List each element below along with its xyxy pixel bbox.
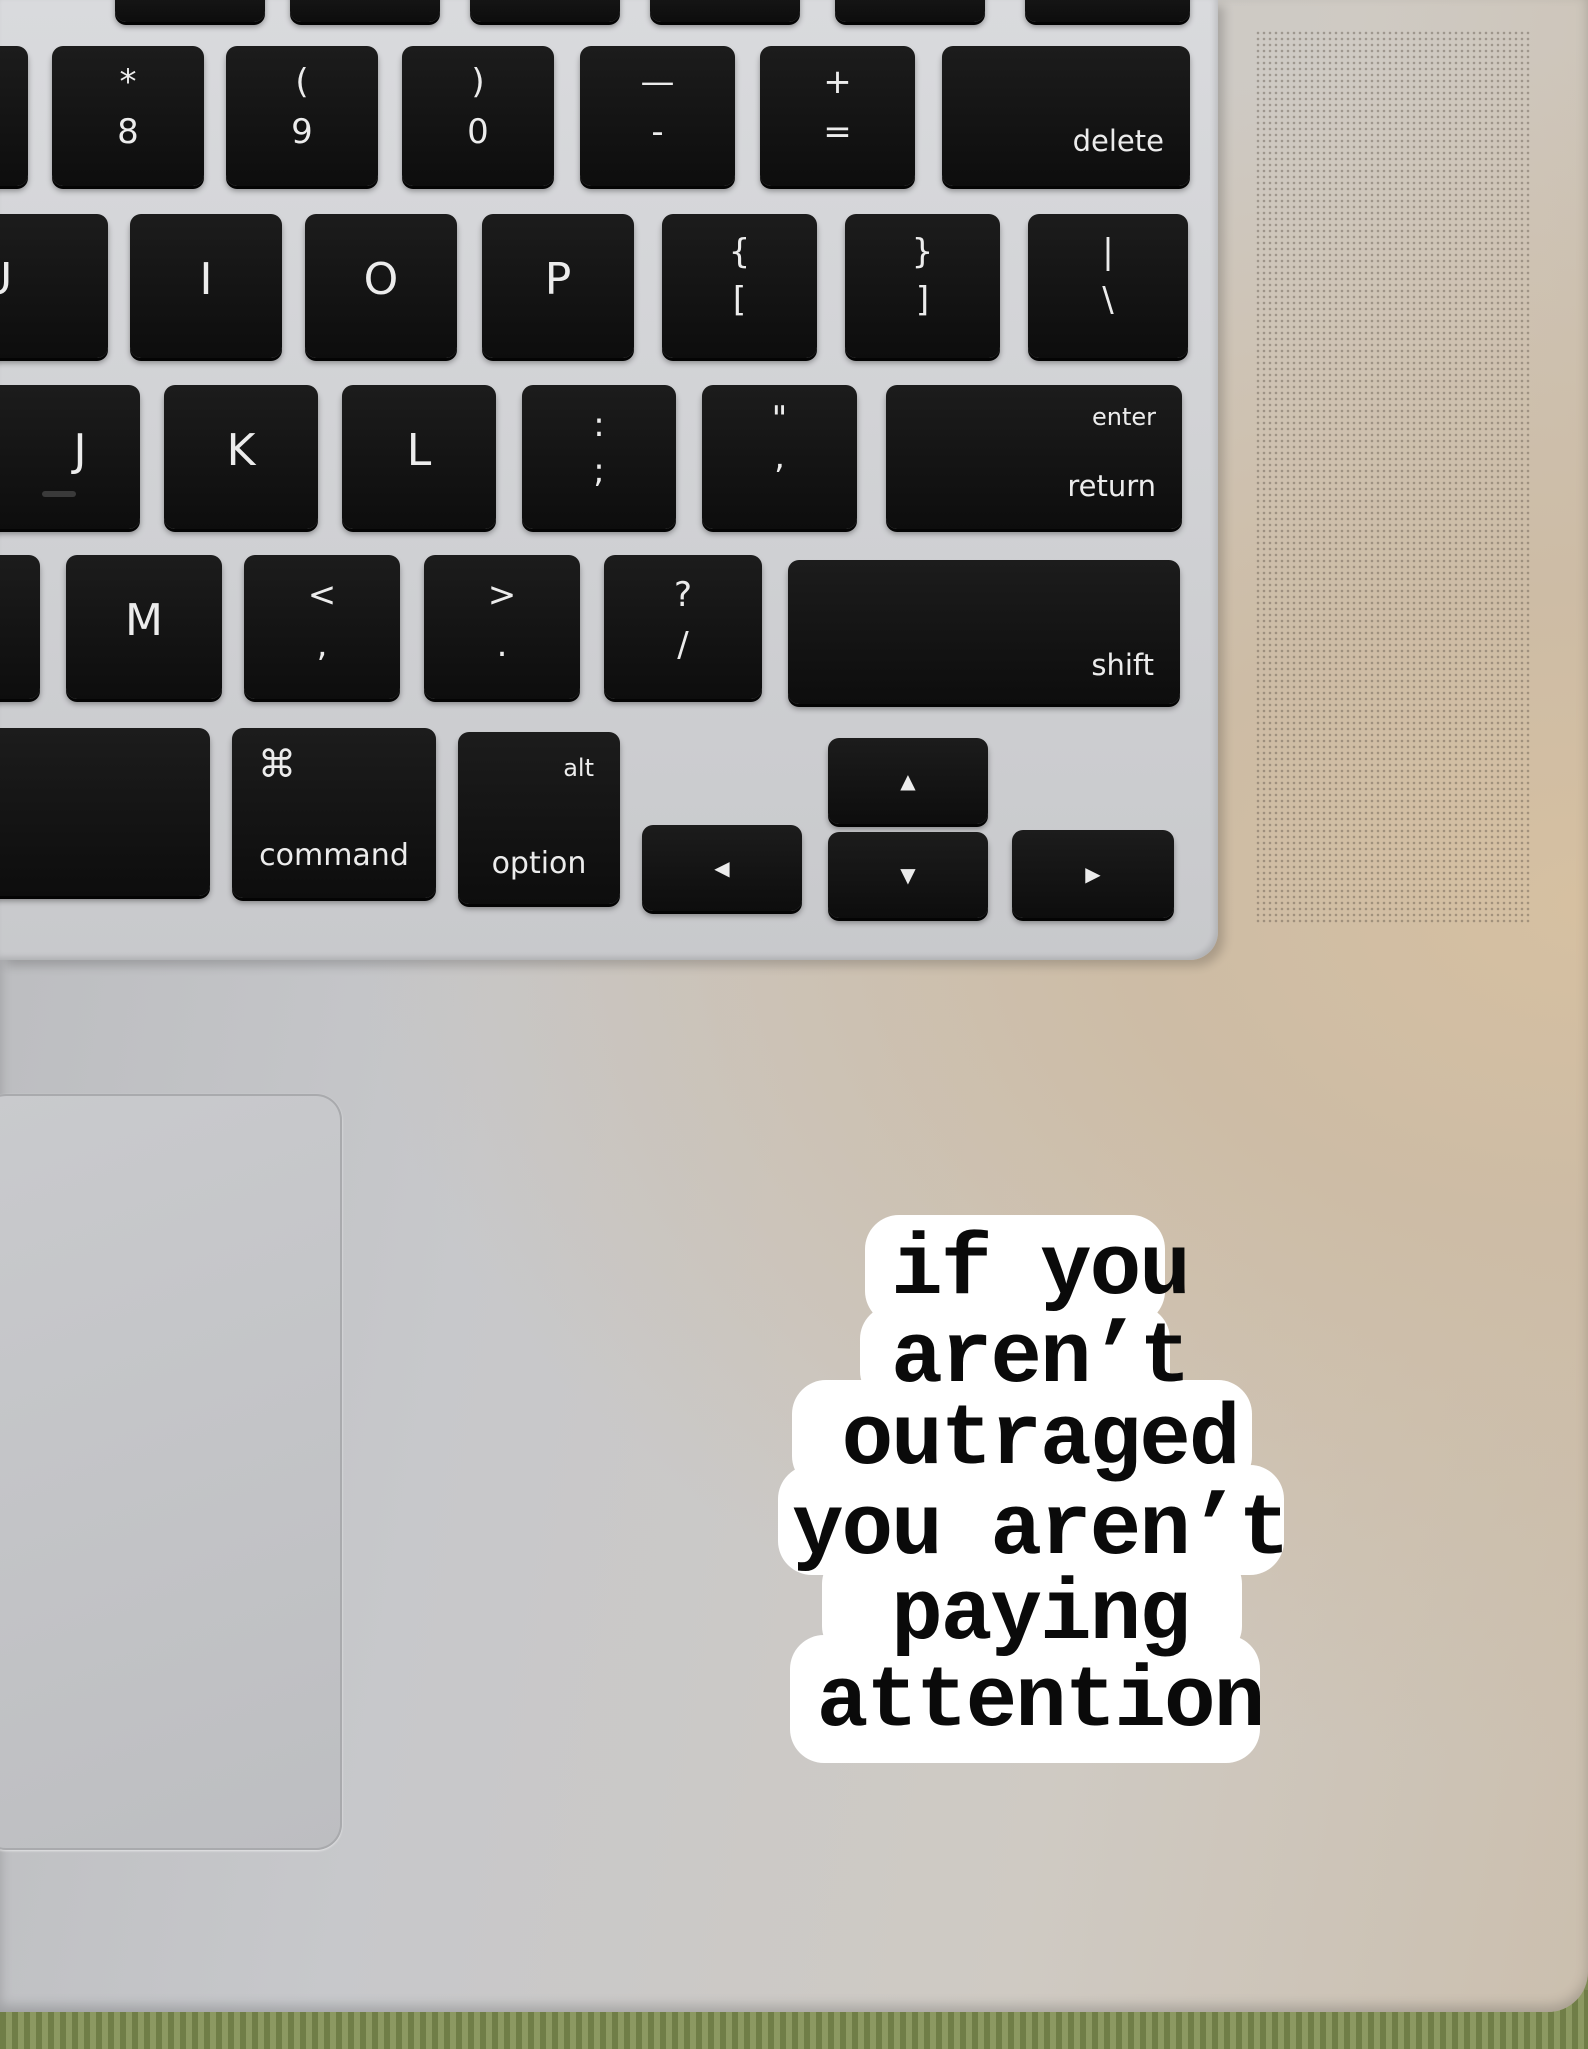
key-minus-lower: - xyxy=(651,112,664,152)
key-left-bracket-lower: [ xyxy=(732,280,747,320)
sticker-text-line: paying xyxy=(891,1566,1191,1664)
key-semicolon: : ; xyxy=(522,385,676,529)
key-partial-top-4 xyxy=(650,0,800,22)
sticker-text-line: if you xyxy=(891,1221,1191,1319)
key-k-label: K xyxy=(226,425,256,476)
key-partial-top-6 xyxy=(1025,0,1190,22)
key-u: U xyxy=(0,214,108,358)
key-delete-label: delete xyxy=(1072,124,1164,158)
key-comma: < , xyxy=(244,555,400,699)
key-semicolon-lower: ; xyxy=(593,451,605,491)
sticker-text-line: attention xyxy=(816,1653,1265,1751)
arrow-right-icon: ▶ xyxy=(1085,862,1101,886)
key-command: ⌘ command xyxy=(232,728,436,898)
key-option-alt-label: alt xyxy=(563,754,594,782)
key-partial-top-5 xyxy=(835,0,985,22)
key-arrow-left: ◀ xyxy=(642,825,802,911)
sticker: if you aren’t outraged you aren’t paying… xyxy=(760,1195,1320,1795)
key-period: > . xyxy=(424,555,580,699)
key-equals: + = xyxy=(760,46,915,186)
key-8-lower: 8 xyxy=(117,112,139,152)
key-j-label: J xyxy=(73,425,87,476)
arrow-down-icon: ▼ xyxy=(900,863,916,887)
arrow-left-icon: ◀ xyxy=(714,856,730,880)
key-0-upper: ) xyxy=(471,62,485,102)
key-period-lower: . xyxy=(496,625,508,665)
key-8-upper: * xyxy=(119,62,137,102)
key-slash-upper: ? xyxy=(673,575,693,615)
sticker-text-line: aren’t xyxy=(891,1309,1191,1407)
key-return-enter-label: enter xyxy=(1091,403,1156,431)
key-0-lower: 0 xyxy=(467,112,489,152)
key-arrow-right: ▶ xyxy=(1012,830,1174,918)
key-m-label: M xyxy=(125,595,163,646)
key-equals-upper: + xyxy=(823,62,852,102)
key-right-bracket-lower: ] xyxy=(915,280,930,320)
sticker-text-line: outraged xyxy=(841,1391,1241,1489)
key-o-label: O xyxy=(363,254,399,305)
key-slash-lower: / xyxy=(677,625,689,665)
key-return-label: return xyxy=(1067,469,1156,503)
key-u-label: U xyxy=(0,254,108,305)
key-minus: — - xyxy=(580,46,735,186)
key-return: enter return xyxy=(886,385,1182,529)
key-space xyxy=(0,728,210,896)
speaker-grille xyxy=(1255,30,1532,924)
key-i: I xyxy=(130,214,282,358)
key-partial-left-row4 xyxy=(0,555,40,699)
key-arrow-up: ▲ xyxy=(828,738,988,824)
key-partial-top-1 xyxy=(115,0,265,22)
trackpad xyxy=(0,1094,342,1850)
key-j: J xyxy=(0,385,140,529)
keyboard-well: * 8 ( 9 ) 0 — - + = delete U I O xyxy=(0,0,1218,960)
key-right-bracket-upper: } xyxy=(911,232,934,272)
key-quote-lower: , xyxy=(774,437,785,477)
key-shift: shift xyxy=(788,560,1180,704)
key-quote-upper: " xyxy=(771,399,788,439)
key-0: ) 0 xyxy=(402,46,554,186)
key-p: P xyxy=(482,214,634,358)
key-partial-top-2 xyxy=(290,0,440,22)
key-p-label: P xyxy=(544,254,572,305)
key-comma-lower: , xyxy=(316,625,328,665)
key-option: alt option xyxy=(458,732,620,904)
sticker-text-line: you aren’t xyxy=(791,1481,1290,1579)
key-period-upper: > xyxy=(487,575,517,615)
key-equals-lower: = xyxy=(823,112,852,152)
key-m: M xyxy=(66,555,222,699)
key-8: * 8 xyxy=(52,46,204,186)
arrow-up-icon: ▲ xyxy=(900,769,916,793)
key-left-bracket: { [ xyxy=(662,214,817,358)
key-right-bracket: } ] xyxy=(845,214,1000,358)
key-delete: delete xyxy=(942,46,1190,186)
key-quote: " , xyxy=(702,385,857,529)
key-slash: ? / xyxy=(604,555,762,699)
key-i-label: I xyxy=(199,254,213,305)
key-9: ( 9 xyxy=(226,46,378,186)
key-command-label: command xyxy=(259,838,409,873)
key-arrow-down: ▼ xyxy=(828,832,988,918)
key-backslash-lower: \ xyxy=(1102,280,1114,320)
key-9-lower: 9 xyxy=(291,112,313,152)
photo-scene: * 8 ( 9 ) 0 — - + = delete U I O xyxy=(0,0,1588,2049)
key-9-upper: ( xyxy=(295,62,309,102)
key-l: L xyxy=(342,385,496,529)
key-minus-upper: — xyxy=(640,62,675,102)
key-k: K xyxy=(164,385,318,529)
key-option-label: option xyxy=(491,846,587,881)
key-comma-upper: < xyxy=(307,575,337,615)
key-left-bracket-upper: { xyxy=(728,232,751,272)
key-shift-label: shift xyxy=(1091,648,1154,682)
key-backslash: | \ xyxy=(1028,214,1188,358)
key-o: O xyxy=(305,214,457,358)
key-l-label: L xyxy=(406,425,432,476)
key-backslash-upper: | xyxy=(1102,232,1114,272)
key-semicolon-upper: : xyxy=(593,405,605,445)
key-partial-top-3 xyxy=(470,0,620,22)
command-symbol-icon: ⌘ xyxy=(258,742,296,786)
key-partial-left-row1 xyxy=(0,46,28,186)
key-j-home-bump xyxy=(42,491,76,497)
